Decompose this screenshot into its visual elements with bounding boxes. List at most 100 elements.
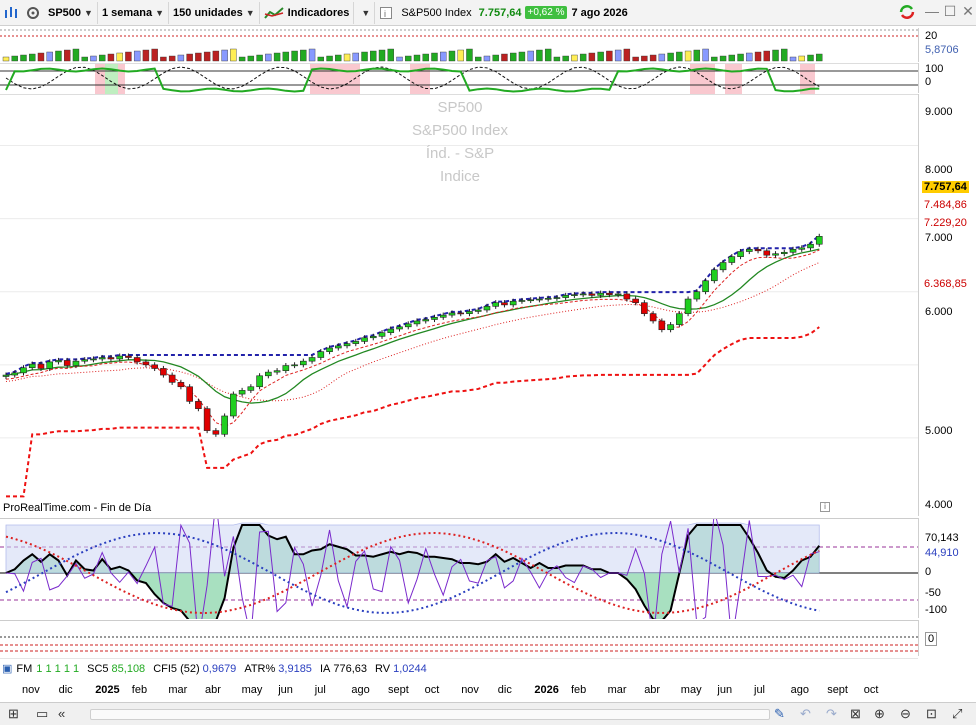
osc-label: 0 (925, 566, 932, 578)
candle-body (238, 390, 246, 395)
candle-body (186, 386, 193, 402)
candle-body (658, 320, 666, 331)
bottom-panel-scale: 0 (918, 620, 976, 656)
candle-body (536, 298, 543, 301)
horizontal-scrollbar[interactable] (90, 709, 770, 720)
candle-body (247, 386, 255, 391)
candle-body (195, 401, 202, 409)
top-panel-bar (300, 49, 307, 62)
candle-body (282, 365, 290, 371)
chevron-down-icon: ▼ (84, 7, 93, 18)
scroll-start-icon[interactable]: ▭ (36, 706, 48, 722)
info-icon[interactable]: i (820, 502, 830, 512)
month-label: jul (314, 684, 326, 696)
undo-icon[interactable]: ↶ (800, 706, 811, 722)
top-panel-bar (562, 55, 569, 62)
candle-body (501, 302, 508, 306)
refresh-icon[interactable] (897, 3, 917, 24)
rv-label: RV (375, 662, 391, 675)
candle-body (256, 375, 263, 388)
top-panel-bar (746, 52, 753, 62)
svg-text:i: i (384, 9, 386, 19)
candle-body (815, 236, 823, 245)
month-label: dic (58, 684, 73, 696)
top-panel-bar (64, 49, 71, 62)
candle-body (763, 250, 771, 256)
top-panel-bar (702, 48, 709, 62)
candle-body (125, 355, 132, 358)
price-tick: 8.000 (925, 164, 953, 176)
top-panel-bar (632, 56, 639, 62)
watermark-line: SP500 (437, 99, 483, 116)
month-label: abr (205, 684, 221, 696)
top-panel-bar (81, 56, 88, 62)
last-date: 7 ago 2026 (571, 6, 628, 19)
scroll-back-icon[interactable]: « (58, 706, 65, 721)
zoom-in-icon[interactable]: ⊕ (874, 706, 885, 722)
month-label: sept (827, 684, 848, 696)
candle-body (562, 295, 569, 298)
top-panel-bar (781, 48, 788, 62)
top-panel-bar (186, 53, 193, 62)
top-panel-bar (571, 54, 578, 62)
link-settings-icon[interactable] (22, 2, 44, 24)
close-icon[interactable]: ✕ (958, 3, 976, 20)
top-panel-bar (807, 54, 814, 62)
candle-body (273, 370, 281, 373)
top-panel-bar (387, 48, 394, 62)
candle-body (492, 302, 500, 307)
top-panel-bar (142, 49, 150, 62)
symbol-selector[interactable]: SP500 ▼ (44, 1, 98, 24)
top-panel-bar (719, 55, 727, 62)
top-panel-bar (37, 52, 45, 62)
candle-body (719, 262, 727, 271)
top-panel-bar (684, 50, 692, 62)
month-label: mar (168, 684, 188, 696)
panel-toggle-icon[interactable]: ▣ (2, 662, 12, 675)
ma-slow-tag: 7.229,20 (924, 217, 967, 229)
trailing-stop-line (6, 326, 820, 498)
candle-body (98, 357, 106, 360)
minimize-icon[interactable]: — (922, 3, 942, 19)
draw-tool-icon[interactable]: ✎ (774, 706, 785, 722)
layout-icon[interactable]: ⊠ (850, 706, 861, 722)
rv-value: 1,0244 (393, 662, 427, 675)
zoom-icon[interactable]: ⊞ (8, 706, 19, 722)
candle-body (177, 382, 185, 388)
units-selector[interactable]: 150 unidades ▼ (169, 1, 260, 24)
osc-label: 70,143 (925, 532, 959, 544)
month-label: feb (131, 684, 148, 696)
maximize-icon[interactable]: ☐ (940, 3, 960, 20)
candle-body (317, 351, 325, 358)
instrument-name: S&P500 Index (401, 6, 472, 19)
candle-body (300, 360, 307, 366)
top-panel-bar (352, 52, 359, 62)
top-panel-bar (265, 53, 272, 62)
ma-fast-tag: 7.484,86 (924, 199, 967, 211)
month-label: abr (644, 684, 661, 696)
top-panel-bar (90, 55, 97, 62)
top-panel-bar (308, 48, 316, 62)
top-panel-bar (457, 49, 464, 62)
chart-type-icon[interactable] (0, 2, 22, 24)
zoom-out-icon[interactable]: ⊖ (900, 706, 911, 722)
top-panel-bar (2, 56, 10, 62)
candle-body (754, 249, 762, 252)
fit-icon[interactable]: ⊡ (926, 706, 937, 722)
candle-body (597, 292, 604, 296)
osc-label: -100 (925, 604, 948, 616)
price-scale: 9.000 8.000 7.000 6.000 5.000 4.000 7.75… (918, 94, 976, 516)
candle-body (676, 313, 683, 325)
indicators-button[interactable]: Indicadores (260, 1, 355, 24)
timeframe-selector[interactable]: 1 semana ▼ (98, 1, 170, 24)
info-icon[interactable]: i (375, 2, 397, 24)
candle-body (667, 324, 674, 331)
indicators-dropdown[interactable]: ▼ (354, 1, 376, 24)
watermark-line: Indice (439, 168, 481, 185)
candle-body (168, 374, 176, 383)
top-panel-bar (405, 55, 412, 62)
fullscreen-icon[interactable]: ⤢ (952, 706, 962, 722)
candle-body (55, 360, 62, 363)
redo-icon[interactable]: ↷ (826, 706, 837, 722)
candle-body (588, 293, 596, 296)
